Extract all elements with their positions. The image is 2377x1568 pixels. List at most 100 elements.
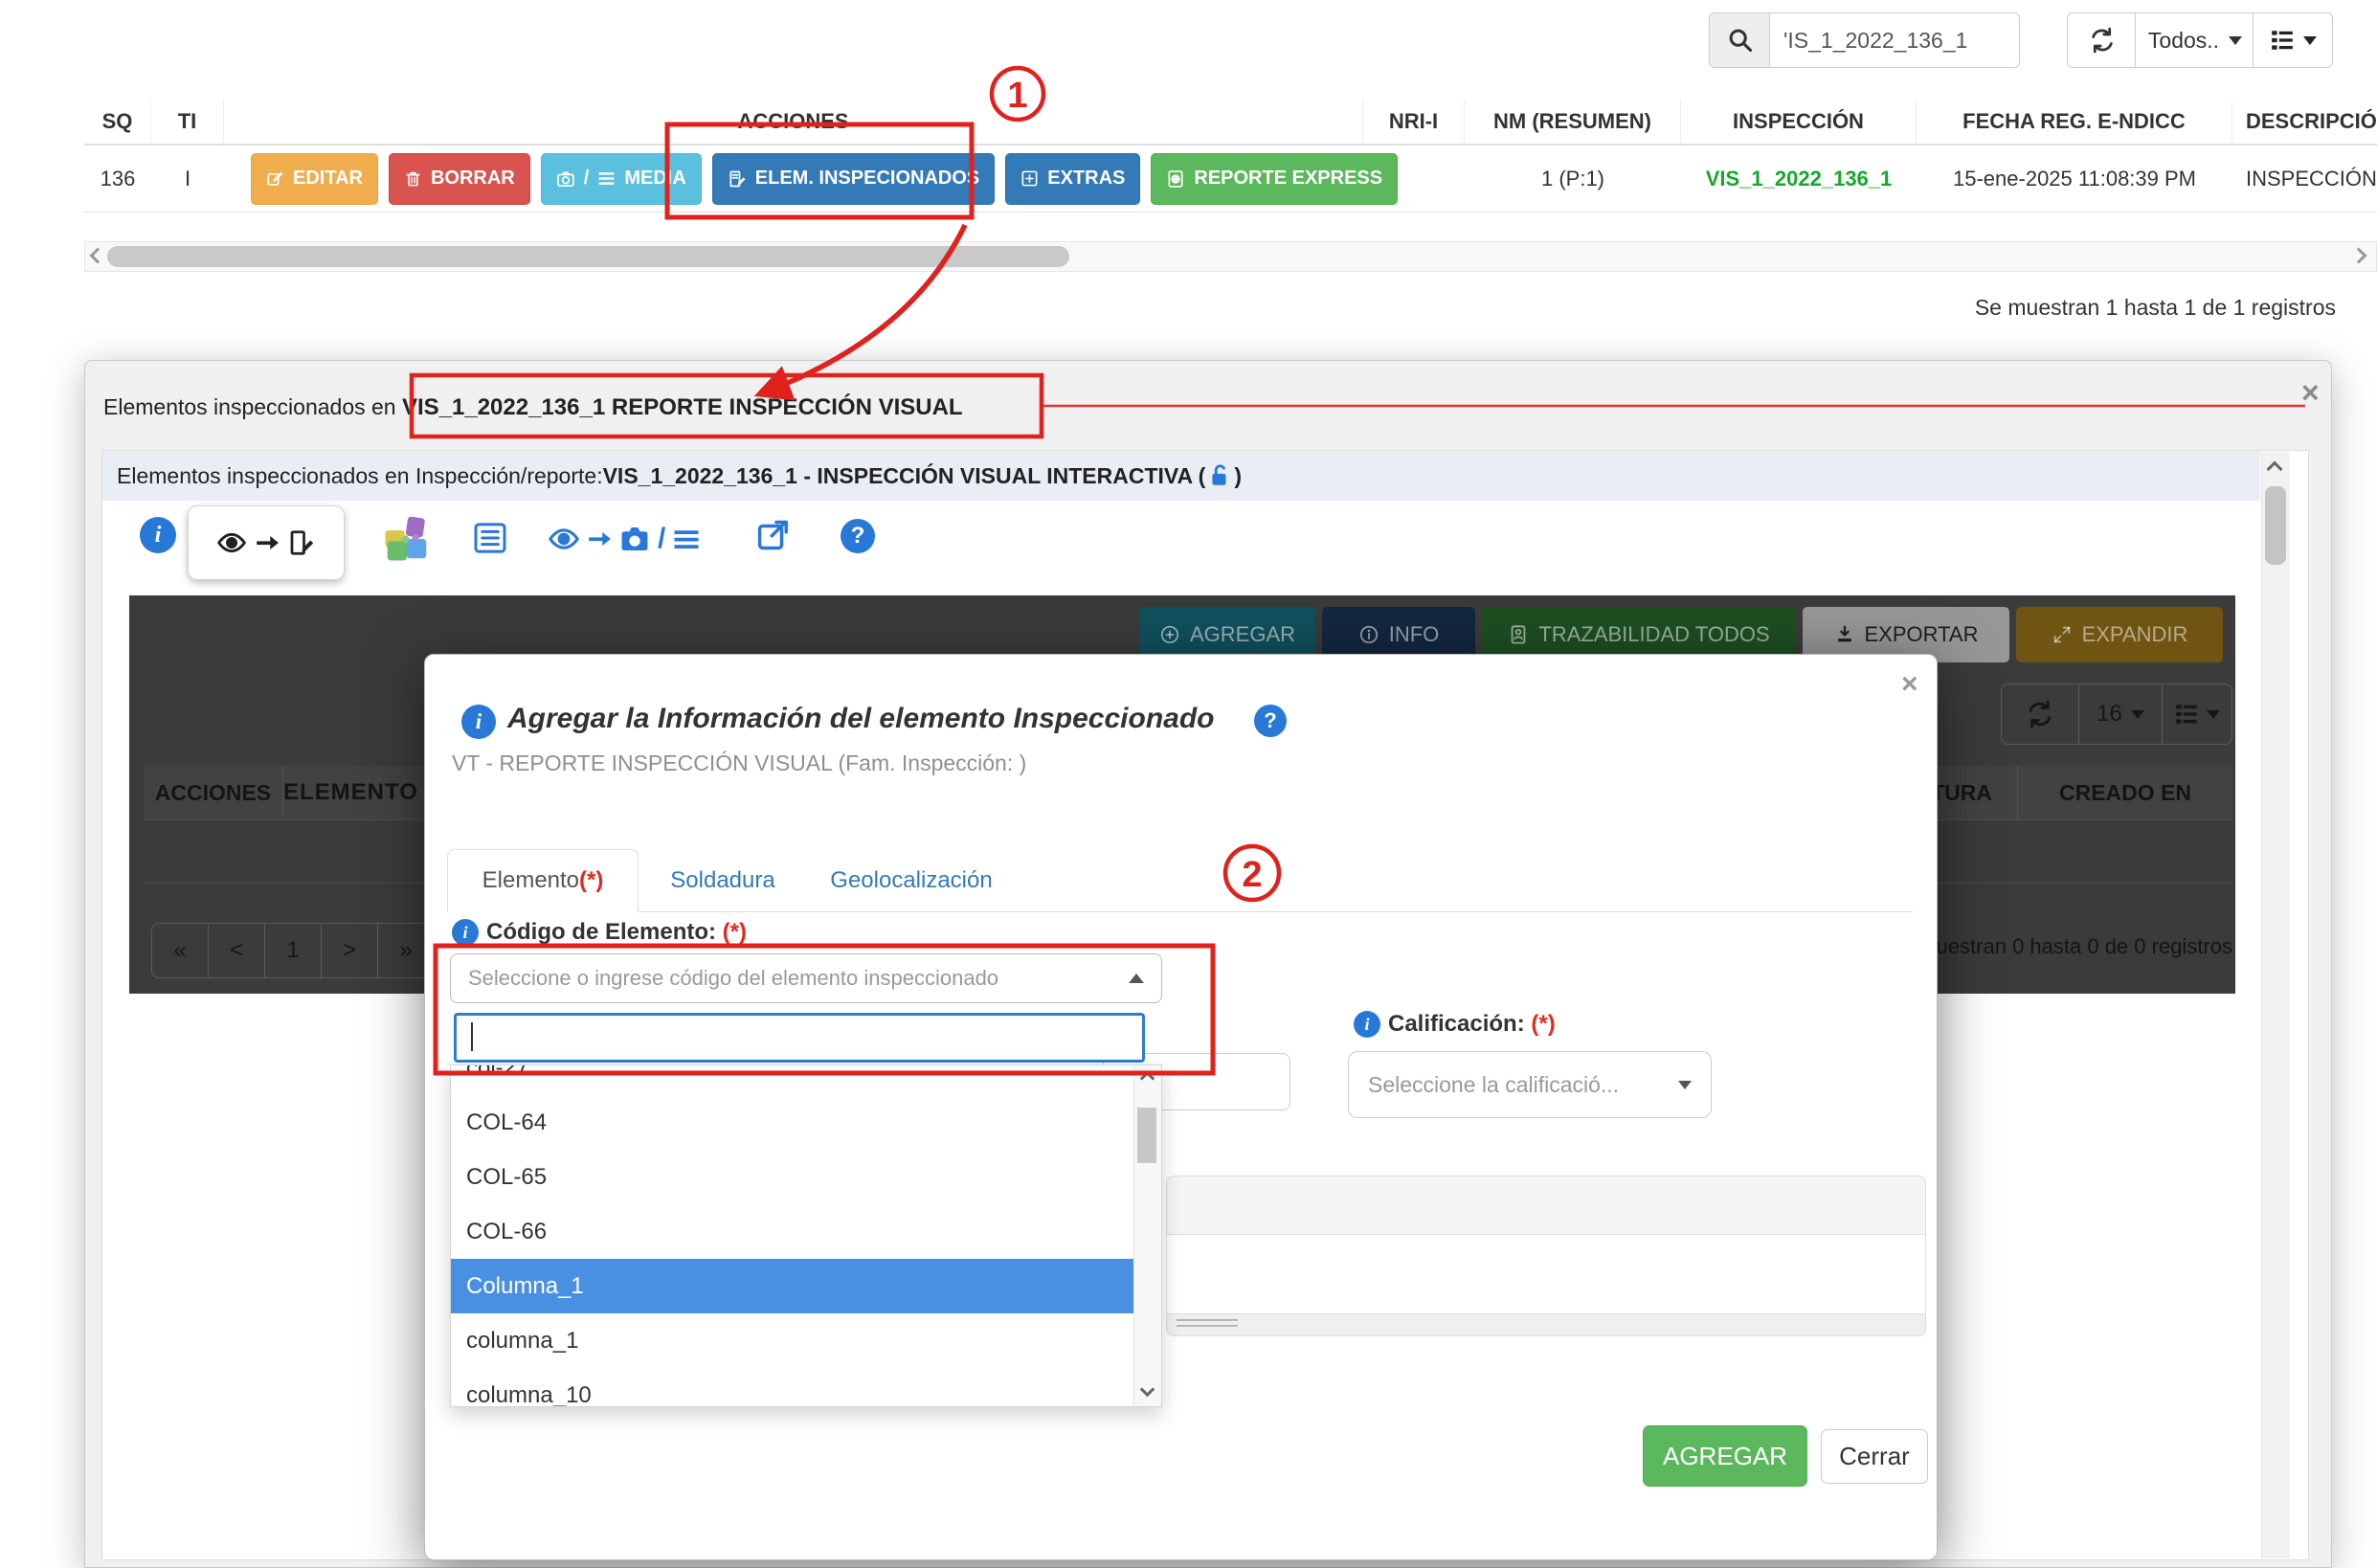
grid-expandir-label: EXPANDIR	[2082, 622, 2188, 647]
borrar-button[interactable]: BORRAR	[389, 153, 530, 205]
col-header-nm: NM (RESUMEN)	[1465, 100, 1681, 146]
editar-label: EDITAR	[293, 168, 363, 190]
puzzle-icon[interactable]	[381, 513, 433, 565]
cell-nm: 1 (P:1)	[1465, 146, 1681, 213]
option-col-64[interactable]: COL-64	[451, 1095, 1134, 1150]
view-to-edit-tool[interactable]	[188, 505, 345, 580]
reporte-express-button[interactable]: REPORTE EXPRESS	[1151, 153, 1398, 205]
dialog-close-button[interactable]: ×	[1901, 668, 1918, 701]
clipboard-pencil-icon	[728, 169, 747, 189]
panel-scrollbar[interactable]	[2261, 452, 2290, 1558]
edit-icon	[266, 169, 284, 188]
editor-toolbar	[1166, 1176, 1926, 1235]
tab-soldadura[interactable]: Soldadura	[661, 849, 785, 912]
calificacion-placeholder: Seleccione la calificació...	[1368, 1072, 1619, 1098]
help-icon[interactable]: ?	[1254, 705, 1287, 737]
col-header-descripcion: DESCRIPCIÓN	[2232, 100, 2377, 146]
external-link-tool[interactable]	[754, 517, 791, 553]
extras-button[interactable]: EXTRAS	[1005, 153, 1140, 205]
pagination-next[interactable]: >	[321, 923, 378, 978]
cerrar-button[interactable]: Cerrar	[1821, 1429, 1928, 1484]
pagination-page-1[interactable]: 1	[264, 923, 322, 978]
agregar-button[interactable]: AGREGAR	[1643, 1425, 1807, 1487]
panel-title-suffix: )	[1234, 463, 1242, 489]
chevron-down-icon	[2131, 710, 2144, 719]
tab-elemento[interactable]: Elemento (*)	[447, 849, 639, 912]
grid-expandir-button[interactable]: EXPANDIR	[2016, 607, 2223, 662]
element-code-search-input[interactable]	[454, 1013, 1145, 1063]
grid-records-summary: Se muestran 0 hasta 0 de 0 registros	[1887, 934, 2232, 959]
horizontal-scrollbar-thumb[interactable]	[107, 246, 1069, 267]
dialog-subtitle: VT - REPORTE INSPECCIÓN VISUAL (Fam. Ins…	[452, 750, 1026, 776]
camera-icon	[556, 169, 575, 189]
lock-open-icon	[1207, 463, 1232, 488]
plus-square-icon	[1020, 169, 1039, 188]
modal-title-bold: VIS_1_2022_136_1 REPORTE INSPECCIÓN VISU…	[402, 394, 963, 420]
panel-titlebar: Elementos inspeccionados en Inspección/r…	[102, 451, 2260, 501]
panel-scrollbar-thumb[interactable]	[2265, 486, 2286, 565]
columns-dropdown[interactable]	[2253, 12, 2333, 68]
editor-content[interactable]	[1166, 1235, 1926, 1313]
element-code-option-list: col-27 COL-64 COL-65 COL-66 Columna_1 co…	[450, 1064, 1162, 1407]
option-col-65[interactable]: COL-65	[451, 1150, 1134, 1204]
option-col-27[interactable]: col-27	[451, 1064, 1134, 1095]
hamburger-icon	[597, 169, 616, 188]
scroll-down-icon[interactable]	[1140, 1382, 1155, 1398]
editor-resize-bar[interactable]	[1166, 1313, 1926, 1336]
trash-icon	[404, 169, 422, 188]
external-link-icon	[754, 517, 791, 553]
grid-pagesize-dropdown[interactable]: 16	[2078, 683, 2163, 745]
info-icon[interactable]: i	[140, 517, 176, 553]
hamburger-icon	[672, 525, 701, 553]
element-code-select[interactable]: Seleccione o ingrese código del elemento…	[450, 953, 1162, 1003]
modal-close-button[interactable]: ×	[2301, 375, 2320, 411]
pagination-prev[interactable]: <	[208, 923, 265, 978]
grid-columns-dropdown[interactable]	[2162, 683, 2232, 745]
codigo-elemento-label: Código de Elemento: (*)	[486, 919, 747, 946]
calificacion-select[interactable]: Seleccione la calificació...	[1348, 1051, 1712, 1118]
list-icon	[471, 519, 509, 557]
info-icon: i	[452, 919, 479, 946]
scroll-up-icon[interactable]	[1140, 1071, 1155, 1086]
editar-button[interactable]: EDITAR	[251, 153, 378, 205]
tab-geolocalizacion[interactable]: Geolocalización	[810, 849, 1013, 912]
pagination-first[interactable]: «	[151, 923, 209, 978]
refresh-icon	[2089, 27, 2116, 54]
inspeccion-link[interactable]: VIS_1_2022_136_1	[1681, 146, 1917, 213]
chevron-up-icon	[1129, 974, 1144, 983]
list-scrollbar-thumb[interactable]	[1137, 1108, 1156, 1163]
view-to-media-tool[interactable]: /	[548, 523, 701, 555]
grid-agregar-label: AGREGAR	[1190, 622, 1295, 647]
option-columna-1-selected[interactable]: Columna_1	[451, 1259, 1134, 1313]
list-view-icon	[2174, 702, 2199, 727]
refresh-icon	[2026, 700, 2054, 728]
search-button[interactable]	[1709, 12, 1772, 68]
grid-list-tool[interactable]	[471, 519, 509, 557]
filter-dropdown[interactable]: Todos..	[2135, 12, 2255, 68]
refresh-button[interactable]	[2067, 12, 2138, 68]
media-button[interactable]: / MEDIA	[541, 153, 702, 205]
plus-circle-icon	[1159, 624, 1180, 645]
option-col-66[interactable]: COL-66	[451, 1204, 1134, 1259]
required-marker: (*)	[723, 919, 747, 945]
slash-separator: /	[584, 168, 590, 190]
list-scrollbar[interactable]	[1133, 1065, 1161, 1406]
grid-refresh-button[interactable]	[2001, 683, 2079, 745]
panel-title-prefix: Elementos inspeccionados en Inspección/r…	[117, 463, 603, 489]
slash-separator: /	[658, 523, 665, 555]
report-globe-icon	[1166, 169, 1185, 189]
cell-acciones: EDITAR BORRAR / MEDIA ELEM. INSPECIONADO…	[224, 146, 1363, 213]
search-input[interactable]	[1769, 12, 2020, 68]
elem-inspecionados-button[interactable]: ELEM. INSPECIONADOS	[712, 153, 995, 205]
calificacion-label: Calificación: (*)	[1388, 1011, 1556, 1038]
chevron-down-icon	[1678, 1081, 1692, 1089]
grid-col-acciones: ACCIONES	[144, 766, 283, 819]
option-columna-10[interactable]: columna_10	[451, 1368, 1134, 1407]
option-columna-1-lower[interactable]: columna_1	[451, 1313, 1134, 1368]
cell-descripcion: INSPECCIÓN	[2232, 146, 2377, 213]
chevron-down-icon	[2303, 36, 2317, 45]
text-cursor	[471, 1022, 473, 1051]
help-icon[interactable]: ?	[841, 519, 875, 553]
grid-col-creado: CREADO EN	[2018, 766, 2232, 819]
badge-icon	[1508, 624, 1529, 645]
